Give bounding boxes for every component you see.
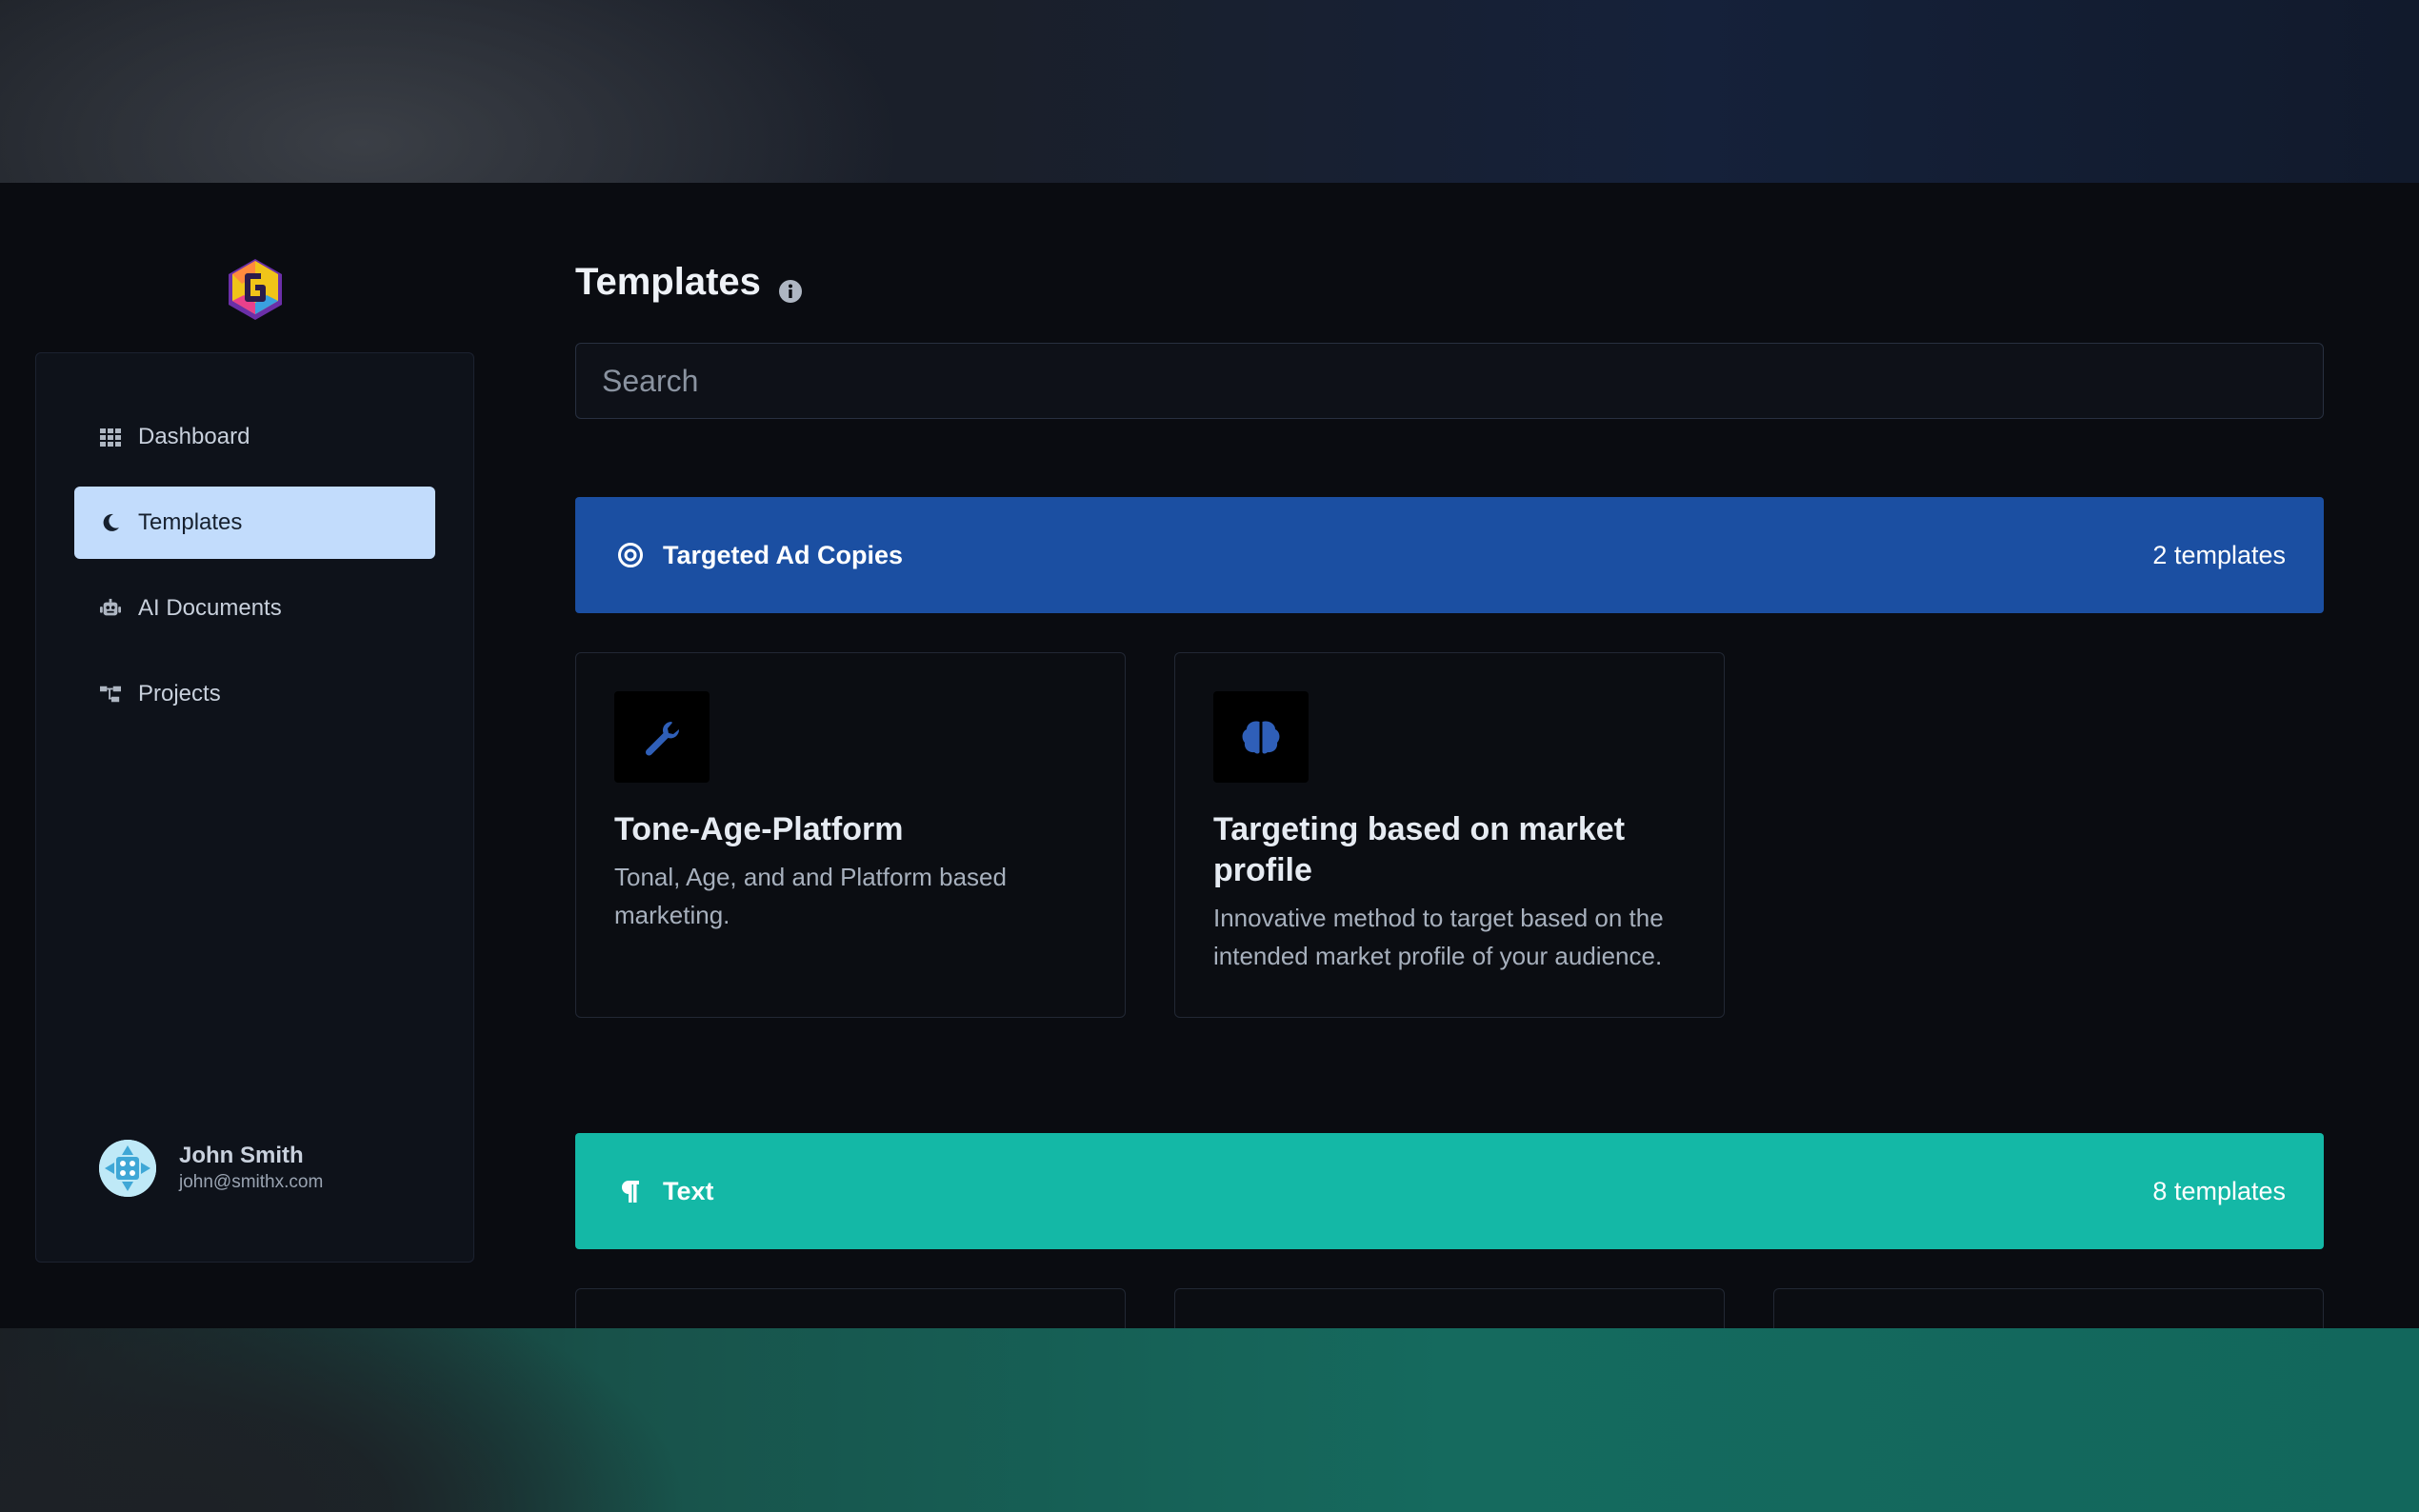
info-icon[interactable]: [778, 270, 803, 303]
sidebar: Dashboard Templates AI Documents Project…: [35, 352, 474, 1263]
bottom-backdrop: [0, 1328, 2419, 1512]
moon-icon: [99, 511, 122, 534]
search-input[interactable]: [575, 343, 2324, 419]
main-content: Templates Targeted Ad Copies 2 templates: [575, 183, 2324, 1328]
page-title-text: Templates: [575, 261, 761, 303]
category-name: Text: [663, 1176, 714, 1205]
app-logo[interactable]: [223, 257, 288, 322]
brain-icon: [1213, 691, 1309, 783]
wrench-icon: [614, 691, 710, 783]
category-banner-targeted-ad-copies[interactable]: Targeted Ad Copies 2 templates: [575, 497, 2324, 613]
template-title: Targeting based on market profile: [1213, 811, 1626, 888]
sidebar-item-label: Dashboard: [138, 424, 250, 449]
category-name: Targeted Ad Copies: [663, 540, 904, 569]
sidebar-item-label: AI Documents: [138, 595, 282, 621]
sidebar-item-dashboard[interactable]: Dashboard: [74, 401, 435, 473]
sidebar-item-ai-documents[interactable]: AI Documents: [74, 572, 435, 645]
template-card-tone-age-platform[interactable]: Tone-Age-Platform Tonal, Age, and and Pl…: [575, 652, 1126, 1018]
user-email: john@smithx.com: [179, 1172, 324, 1192]
category-count: 2 templates: [2152, 540, 2286, 569]
sidebar-item-label: Templates: [138, 509, 243, 535]
template-description: Tonal, Age, and and Platform based marke…: [614, 863, 1007, 929]
sidebar-item-label: Projects: [138, 681, 221, 706]
user-profile[interactable]: John Smith john@smithx.com: [99, 1140, 323, 1197]
page-title: Templates: [575, 261, 803, 304]
user-name: John Smith: [179, 1143, 304, 1168]
sitemap-icon: [99, 683, 122, 706]
top-backdrop: [0, 0, 2419, 183]
template-card[interactable]: [575, 1288, 1126, 1328]
sidebar-item-projects[interactable]: Projects: [74, 658, 435, 730]
template-card-targeting-market-profile[interactable]: Targeting based on market profile Innova…: [1174, 652, 1725, 1018]
template-description: Innovative method to target based on the…: [1213, 904, 1664, 970]
category-count: 8 templates: [2152, 1176, 2286, 1205]
template-card[interactable]: [1773, 1288, 2324, 1328]
category-banner-text[interactable]: Text 8 templates: [575, 1133, 2324, 1249]
grid-icon: [99, 426, 122, 448]
target-icon: [617, 542, 644, 568]
template-title: Tone-Age-Platform: [614, 811, 904, 847]
avatar: [99, 1140, 156, 1197]
robot-icon: [99, 597, 122, 620]
app-window: Dashboard Templates AI Documents Project…: [0, 183, 2419, 1328]
template-card[interactable]: [1174, 1288, 1725, 1328]
paragraph-icon: [617, 1178, 644, 1204]
sidebar-item-templates[interactable]: Templates: [74, 487, 435, 559]
